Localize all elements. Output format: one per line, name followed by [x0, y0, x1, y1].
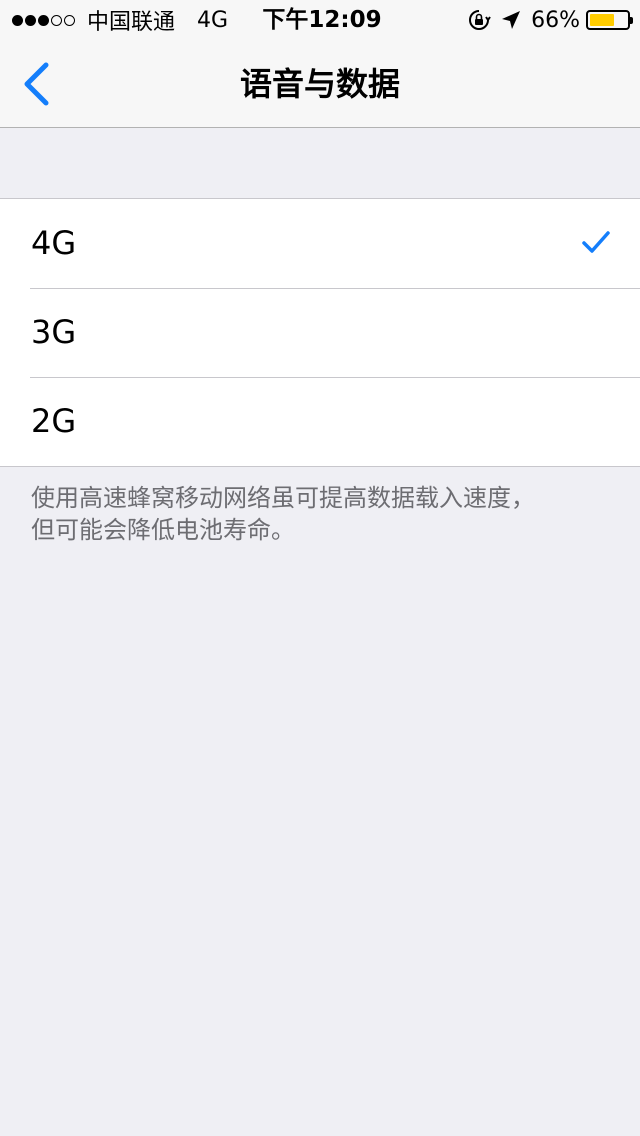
page-title: 语音与数据 [239, 65, 400, 103]
status-bar: 中国联通 4G 下午12:09 66% [0, 0, 640, 40]
option-label: 2G [31, 402, 77, 440]
footer-note: 使用高速蜂窝移动网络虽可提高数据载入速度， 但可能会降低电池寿命。 [31, 482, 611, 546]
battery-percent: 66% [531, 7, 580, 33]
option-label: 4G [31, 224, 77, 262]
battery-level [590, 14, 614, 26]
checkmark-icon [582, 231, 610, 253]
network-options-list: 4G 3G 2G [0, 198, 640, 467]
navigation-bar: 语音与数据 [0, 40, 640, 128]
footer-note-line: 但可能会降低电池寿命。 [31, 516, 295, 544]
footer-note-line: 使用高速蜂窝移动网络虽可提高数据载入速度， [31, 484, 535, 512]
location-arrow-icon [501, 10, 521, 30]
option-label: 3G [31, 313, 77, 351]
option-row-4g[interactable]: 4G [0, 199, 640, 288]
option-row-3g[interactable]: 3G [0, 288, 640, 377]
option-row-2g[interactable]: 2G [0, 377, 640, 466]
status-right: 66% [467, 0, 633, 40]
battery-icon [586, 10, 633, 30]
orientation-lock-icon [467, 8, 491, 32]
